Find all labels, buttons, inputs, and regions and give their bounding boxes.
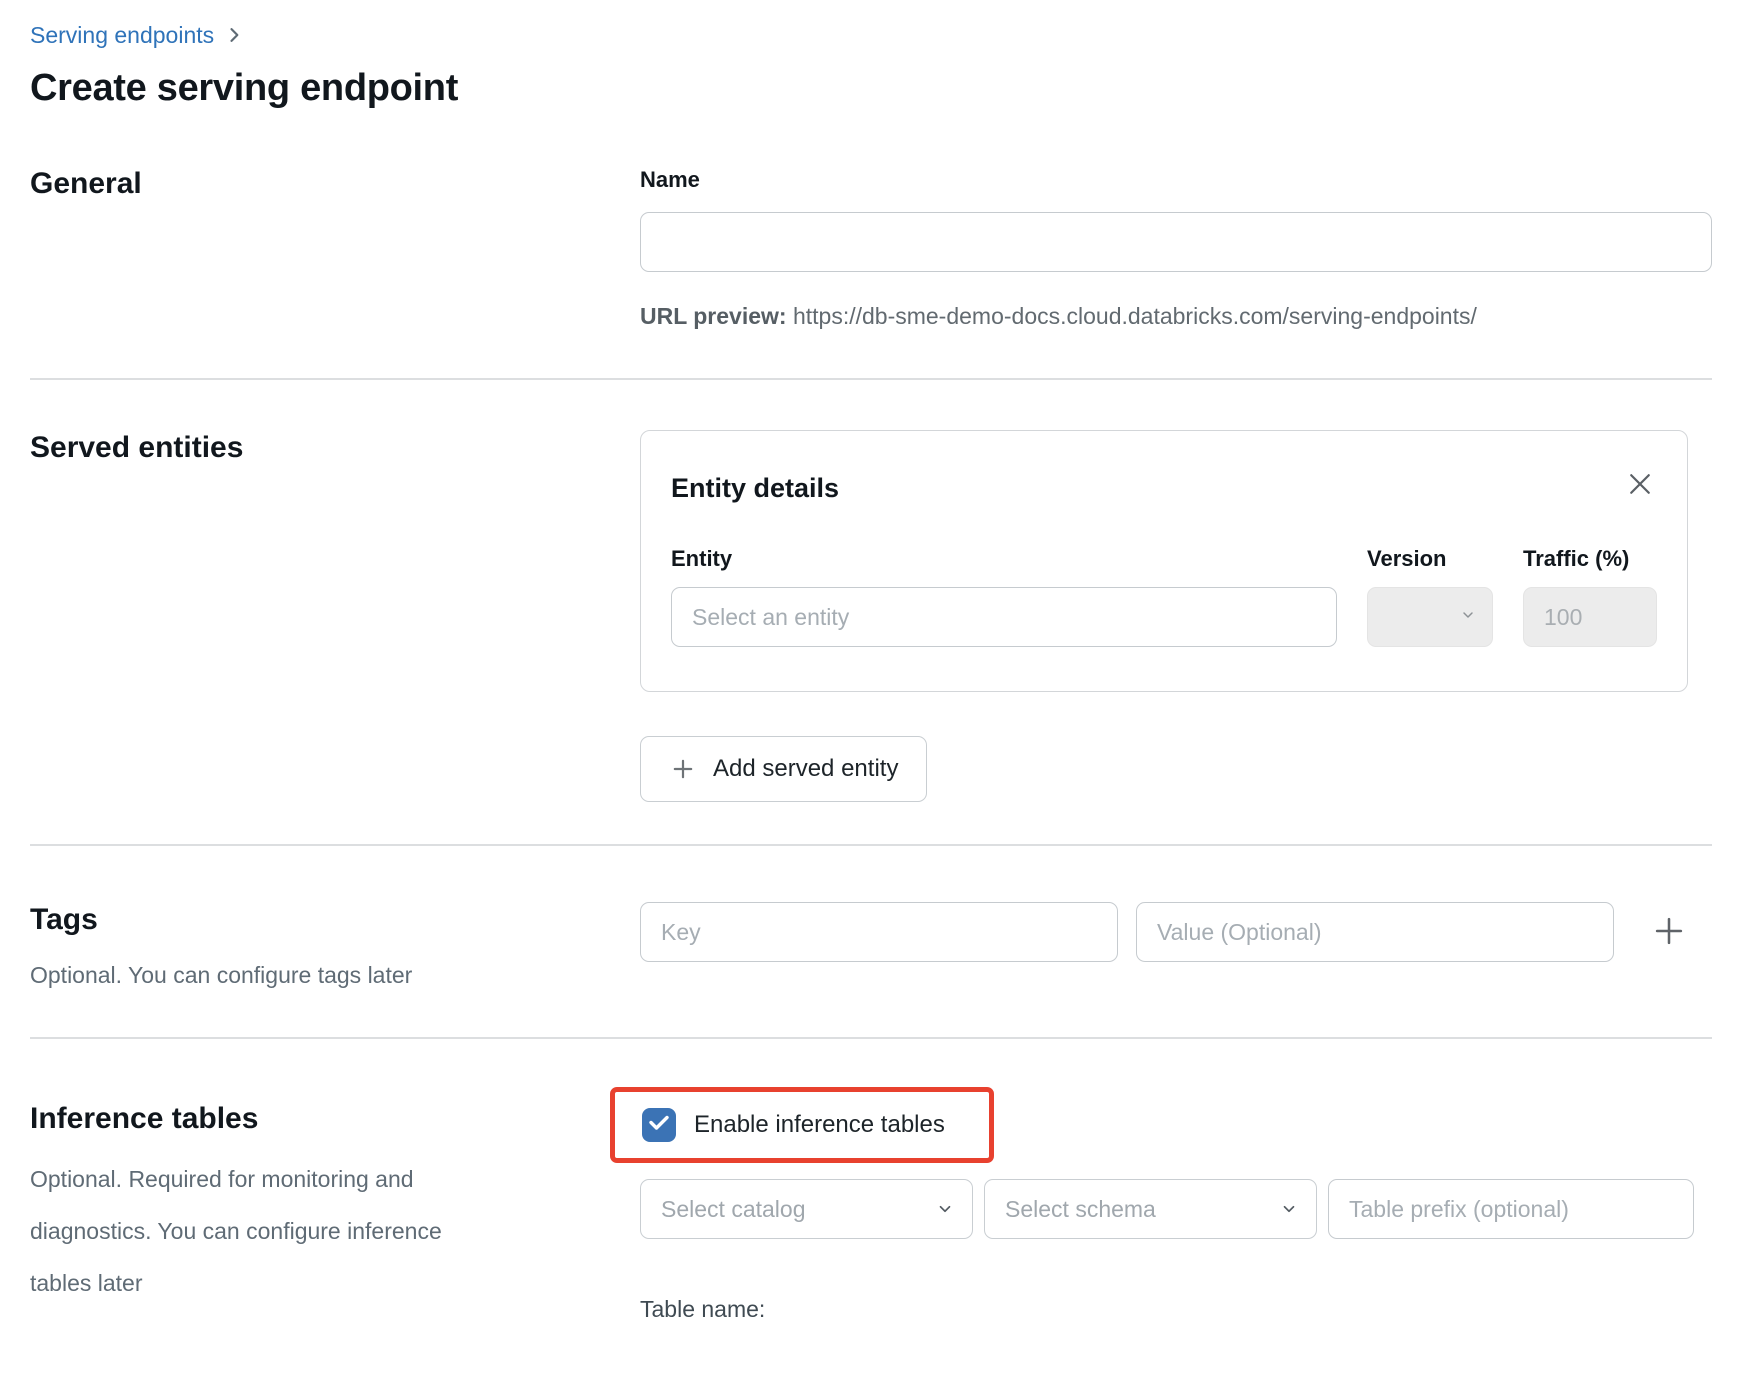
entity-label: Entity [671,546,733,571]
chevron-right-icon [224,25,244,45]
inference-tables-section: Inference tables Optional. Required for … [30,1039,1712,1323]
inference-table-config-row: Select catalog Select schema [640,1179,1712,1239]
traffic-label: Traffic (%) [1523,546,1630,571]
traffic-input [1523,587,1657,647]
name-label: Name [640,167,700,192]
general-heading: General [30,167,142,200]
breadcrumb-serving-endpoints-link[interactable]: Serving endpoints [30,20,214,50]
enable-inference-tables-checkbox[interactable] [642,1108,676,1142]
add-served-entity-label: Add served entity [713,755,899,782]
version-select [1367,587,1493,647]
select-schema-dropdown[interactable]: Select schema [984,1179,1317,1239]
table-name-label: Table name: [640,1296,766,1322]
page-title: Create serving endpoint [30,67,459,109]
version-label: Version [1367,546,1447,571]
chevron-down-icon [936,1200,954,1218]
name-input[interactable] [640,212,1712,272]
select-catalog-dropdown[interactable]: Select catalog [640,1179,973,1239]
url-preview: URL preview: https://db-sme-demo-docs.cl… [640,302,1712,330]
tags-section: Tags Optional. You can configure tags la… [30,846,1712,990]
general-fields: Name URL preview: https://db-sme-demo-do… [640,166,1712,330]
served-entities-heading: Served entities [30,431,244,464]
entity-select-input[interactable] [671,587,1337,647]
breadcrumb: Serving endpoints [30,20,1712,50]
entity-controls-row [671,587,1657,647]
plus-icon [669,755,697,783]
tags-fields [640,902,1712,962]
plus-icon [1650,912,1688,953]
chevron-down-icon [1280,1200,1298,1218]
tag-key-input[interactable] [640,902,1118,962]
entity-labels-row: Entity Version Traffic (%) [671,545,1657,573]
inference-tables-heading: Inference tables [30,1102,259,1135]
create-serving-endpoint-page: Serving endpoints Create serving endpoin… [0,0,1760,1323]
select-schema-placeholder: Select schema [1005,1195,1156,1222]
tag-value-input[interactable] [1136,902,1614,962]
checkmark-icon [647,1111,671,1140]
general-section: General Name URL preview: https://db-sme… [30,166,1712,330]
entity-details-title: Entity details [671,473,840,503]
url-preview-label: URL preview: [640,303,787,329]
url-preview-value: https://db-sme-demo-docs.cloud.databrick… [792,303,1477,329]
red-annotation-box: Enable inference tables [610,1087,994,1163]
add-served-entity-button[interactable]: Add served entity [640,736,928,802]
inference-tables-subtitle: Optional. Required for monitoring and di… [30,1166,442,1296]
enable-inference-tables-label: Enable inference tables [694,1111,945,1138]
entity-details-card: Entity details Entity Version Traffic (%… [640,430,1688,692]
tags-subtitle: Optional. You can configure tags later [30,962,413,988]
close-icon[interactable] [1623,467,1657,501]
add-tag-button[interactable] [1650,912,1688,953]
tags-heading: Tags [30,903,98,936]
inference-tables-fields: Enable inference tables Select catalog S… [610,1087,1712,1323]
select-catalog-placeholder: Select catalog [661,1195,806,1222]
served-entities-fields: Entity details Entity Version Traffic (%… [640,430,1712,802]
served-entities-section: Served entities Entity details Entity Ve… [30,380,1712,802]
chevron-down-icon [1460,607,1476,628]
table-prefix-input[interactable] [1328,1179,1694,1239]
